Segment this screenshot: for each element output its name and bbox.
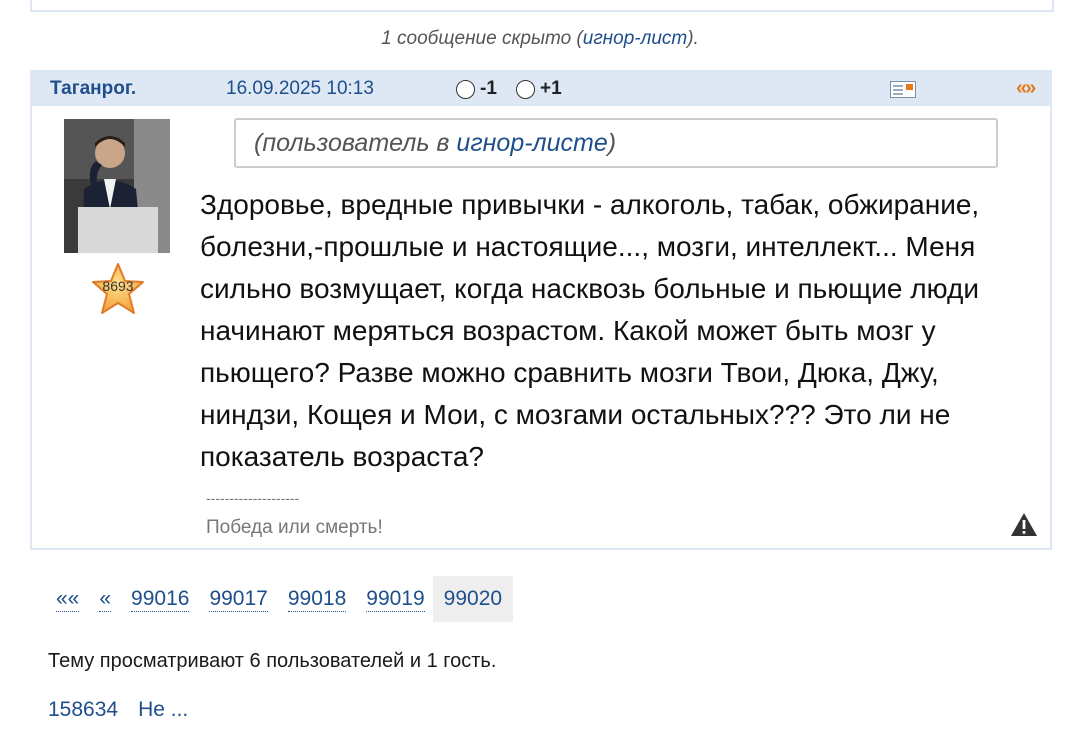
- pagination: «« « 99016 99017 99018 99019 99020: [48, 576, 533, 622]
- hidden-note-prefix: 1 сообщение скрыто (: [381, 28, 583, 49]
- quote-button[interactable]: «»: [1016, 77, 1036, 100]
- vote-minus-label: -1: [480, 78, 497, 99]
- vote-plus-radio[interactable]: [516, 79, 535, 99]
- signature-divider: --------------------: [206, 490, 300, 506]
- vote-minus-option[interactable]: -1: [456, 78, 497, 100]
- vote-plus-label: +1: [540, 78, 562, 99]
- hidden-note-suffix: ).: [687, 28, 699, 49]
- post-date-link[interactable]: 16.09.2025 10:13: [226, 78, 374, 100]
- page-link[interactable]: 99017: [209, 587, 268, 612]
- page-link[interactable]: 99018: [287, 587, 347, 612]
- hidden-message-note: 1 сообщение скрыто (игнор-лист).: [0, 28, 1080, 50]
- ignore-notice-prefix: (пользователь в: [254, 129, 457, 157]
- vote-minus-radio[interactable]: [456, 79, 475, 99]
- viewer-list: 158634 Не ...: [48, 698, 208, 722]
- ignored-user-notice: (пользователь в игнор-листе): [234, 118, 998, 168]
- first-page-link[interactable]: ««: [56, 587, 80, 612]
- page-link[interactable]: 99019: [366, 587, 425, 612]
- private-message-icon[interactable]: [890, 81, 916, 98]
- ignore-list-link-inline[interactable]: игнор-листе: [456, 129, 607, 157]
- page-link[interactable]: 99016: [131, 587, 190, 612]
- post-body-text: Здоровье, вредные привычки - алкоголь, т…: [200, 189, 980, 472]
- forum-post: Таганрог. 16.09.2025 10:13 -1 +1 «» 8693…: [30, 70, 1052, 550]
- post-author-link[interactable]: Таганрог.: [50, 78, 136, 100]
- ignore-notice-suffix: ): [607, 129, 617, 157]
- post-header: Таганрог. 16.09.2025 10:13 -1 +1 «»: [32, 72, 1050, 106]
- topic-viewers-text: Тему просматривают 6 пользователей и 1 г…: [48, 650, 497, 672]
- user-rating-value: 8693: [102, 278, 134, 294]
- vote-plus-option[interactable]: +1: [516, 78, 562, 100]
- prev-page-link[interactable]: «: [99, 587, 112, 612]
- previous-post-bottom: [30, 0, 1054, 12]
- viewer-link[interactable]: 158634: [48, 698, 118, 721]
- current-page: 99020: [432, 576, 514, 622]
- report-warning-icon[interactable]: [1010, 512, 1038, 537]
- viewer-link[interactable]: Не ...: [138, 698, 188, 721]
- ignore-list-link[interactable]: игнор-лист: [583, 28, 687, 49]
- user-signature: Победа или смерть!: [206, 517, 383, 538]
- user-avatar[interactable]: [64, 119, 170, 253]
